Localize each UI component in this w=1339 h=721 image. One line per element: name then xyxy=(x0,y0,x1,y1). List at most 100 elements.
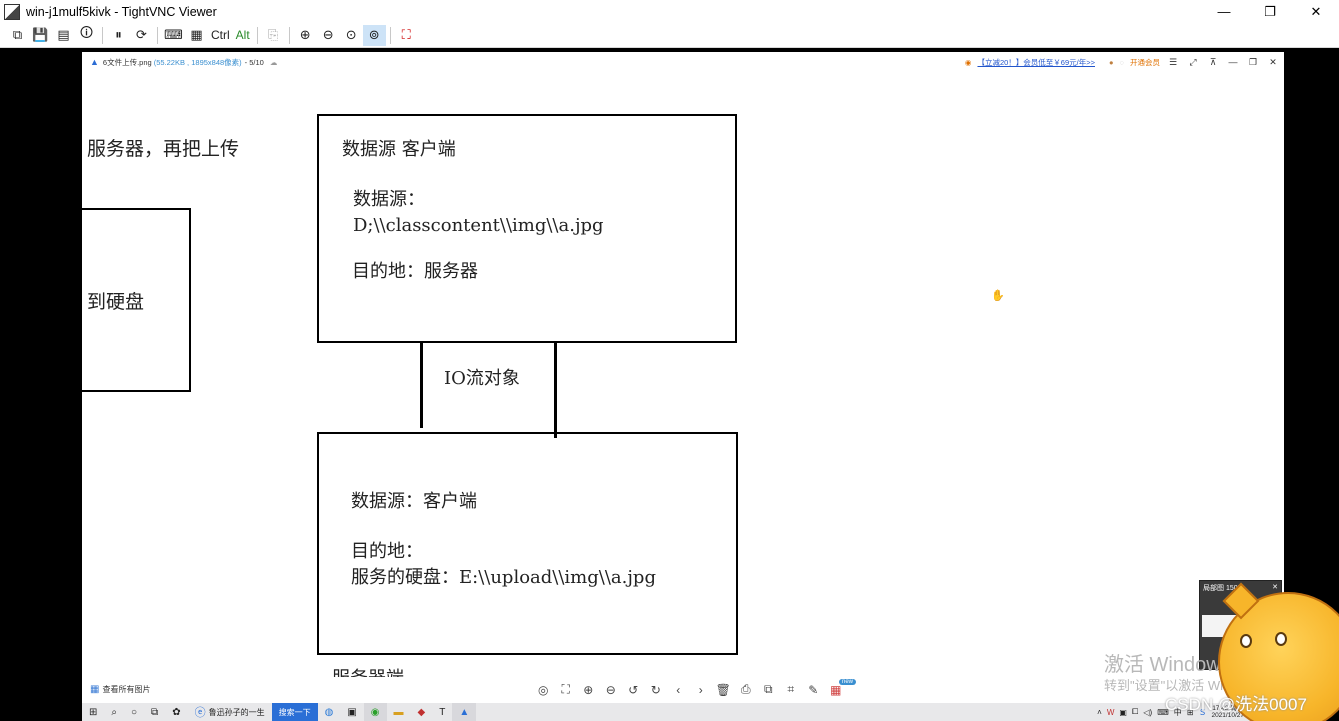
volume-icon[interactable]: ◁) xyxy=(1143,708,1152,717)
zoom-in-icon[interactable]: ⊕ xyxy=(577,683,600,697)
server-destination-path: 服务的硬盘：E:\\upload\\img\\a.jpg xyxy=(351,567,656,588)
connector-right xyxy=(554,342,557,438)
client-source-path: D;\\classcontent\\img\\a.jpg xyxy=(353,215,604,236)
toolbar-separator xyxy=(157,26,158,44)
rotate-left-icon[interactable]: ↺ xyxy=(622,683,645,697)
task-view-icon[interactable]: ⧉ xyxy=(144,703,165,721)
fullscreen-icon[interactable]: ⤢ xyxy=(1186,57,1200,68)
rotate-right-icon[interactable]: ↻ xyxy=(645,683,668,697)
wechat-icon[interactable]: ◉ xyxy=(363,703,387,721)
remote-taskbar: ⊞ ⌕ ○ ⧉ ✿ ⓔ 鲁迅孙子的一生 搜索一下 ◍ ▣ ◉ ▬ ◆ T ▲ ˄… xyxy=(82,703,1284,721)
grid-icon: ▦ xyxy=(90,684,100,695)
client-box-title: 数据源 客户端 xyxy=(342,139,456,160)
window-title: win-j1mulf5kivk - TightVNC Viewer xyxy=(26,4,217,19)
ctrl-alt-del-icon[interactable]: ⌨ xyxy=(162,25,185,46)
idea-icon[interactable]: ◆ xyxy=(411,703,433,721)
promo-link[interactable]: 【立减20！】会员低至￥69元/年>> xyxy=(977,57,1095,68)
zoom-fit-icon[interactable]: ⊚ xyxy=(362,24,386,46)
pin-icon[interactable]: ⊼ xyxy=(1206,57,1220,68)
browser-icon[interactable]: ◍ xyxy=(318,703,341,721)
image-app-icon: ▲ xyxy=(90,57,99,67)
magnifier-close-icon[interactable]: ✕ xyxy=(1272,583,1278,593)
settings-icon[interactable]: ◌ xyxy=(1120,58,1124,67)
hand-cursor-icon: ✋ xyxy=(991,290,1005,302)
ie-icon: ⓔ xyxy=(194,707,206,719)
win-key-icon[interactable]: ▦ xyxy=(185,25,208,46)
alt-key-button[interactable]: Alt xyxy=(233,25,253,46)
image-viewer-taskbar-icon[interactable]: ▲ xyxy=(452,703,477,721)
connector-left xyxy=(420,342,423,428)
taskbar-search-button[interactable]: 搜索一下 xyxy=(271,703,318,721)
pause-icon[interactable]: ⏸ xyxy=(107,25,130,46)
viewer-page: - 5/10 xyxy=(244,57,264,67)
view-all-label: 查看所有图片 xyxy=(102,685,151,694)
search-icon[interactable]: ⌕ xyxy=(104,703,124,721)
menu-icon[interactable]: ☰ xyxy=(1166,57,1180,68)
viewer-titlebar: ▲ 6文件上传.png (55.22KB , 1895x848像素) - 5/1… xyxy=(82,52,1284,72)
ctrl-key-button[interactable]: Ctrl xyxy=(208,25,233,46)
tray-icon[interactable]: ▣ xyxy=(1119,708,1127,717)
toolbar-separator xyxy=(288,26,290,44)
cropped-text-mid: 到硬盘 xyxy=(87,291,145,313)
image-viewer-window: ▲ 6文件上传.png (55.22KB , 1895x848像素) - 5/1… xyxy=(82,52,1284,721)
cropped-text-top: 服务器，再把上传 xyxy=(87,138,240,160)
fullscreen-icon[interactable]: ⛶ xyxy=(395,25,418,46)
zoom-in-icon[interactable]: ⊕ xyxy=(294,25,317,46)
transfer-files-icon[interactable]: ⎘ xyxy=(262,25,285,46)
edit-icon[interactable]: ✎ xyxy=(802,683,825,697)
folder-icon[interactable]: ▬ xyxy=(387,703,411,721)
new-connection-icon[interactable]: ⧉ xyxy=(6,25,29,46)
options-icon[interactable]: ▤ xyxy=(52,25,75,46)
close-button[interactable]: ✕ xyxy=(1293,0,1339,23)
close-icon[interactable]: ✕ xyxy=(1266,57,1280,68)
new-badge: new xyxy=(839,679,857,685)
activation-watermark: 激活 Windows xyxy=(1104,654,1231,676)
viewer-filename: 6文件上传.png xyxy=(102,57,152,67)
print-icon[interactable]: ⎙ xyxy=(735,682,758,697)
wps-icon[interactable]: W xyxy=(1107,708,1115,717)
vnc-titlebar: win-j1mulf5kivk - TightVNC Viewer — ❐ ✕ xyxy=(0,0,1339,23)
restore-button[interactable]: ❐ xyxy=(1247,0,1293,23)
start-icon[interactable]: ⊞ xyxy=(82,703,104,721)
viewer-meta: (55.22KB , 1895x848像素) xyxy=(153,57,242,67)
taskbar-item-ie[interactable]: ⓔ 鲁迅孙子的一生 xyxy=(188,703,272,721)
viewer-titlebar-right: ◉ 【立减20！】会员低至￥69元/年>> ● ◌ 开通会员 ☰ ⤢ ⊼ — ❐… xyxy=(965,52,1280,72)
coin-icon: ◉ xyxy=(964,57,972,67)
maximize-icon[interactable]: ❐ xyxy=(1246,57,1260,68)
minimize-button[interactable]: — xyxy=(1201,0,1247,23)
info-icon[interactable]: 🛈 xyxy=(75,25,98,46)
delete-icon[interactable]: 🗑 xyxy=(712,683,735,697)
copy-icon[interactable]: ⧉ xyxy=(757,682,780,697)
avatar[interactable]: ● xyxy=(1109,58,1114,67)
image-canvas[interactable]: 服务器，再把上传 到硬盘 数据源 客户端 数据源： D;\\classconte… xyxy=(82,72,1284,689)
save-icon[interactable]: 💾 xyxy=(29,25,52,46)
cloud-icon[interactable]: ☁ xyxy=(270,58,278,67)
crop-icon[interactable]: ⌗ xyxy=(780,682,803,697)
minimize-icon[interactable]: — xyxy=(1226,57,1240,67)
vip-link[interactable]: 开通会员 xyxy=(1130,57,1160,68)
zoom-out-icon[interactable]: ⊖ xyxy=(317,25,340,46)
fit-window-icon[interactable]: ⛶ xyxy=(555,682,578,697)
io-stream-label: IO流对象 xyxy=(444,368,520,389)
zoom-100-icon[interactable]: ⊙ xyxy=(340,25,363,46)
previous-icon[interactable]: ‹ xyxy=(667,683,690,697)
zoom-out-icon[interactable]: ⊖ xyxy=(600,683,623,697)
app2-icon[interactable]: ▣ xyxy=(340,703,363,721)
tightvnc-icon xyxy=(4,3,20,20)
client-source-label: 数据源： xyxy=(353,189,425,210)
view-all-link[interactable]: ▦ 查看所有图片 xyxy=(90,684,150,695)
tray-expand-icon[interactable]: ˄ xyxy=(1097,708,1102,717)
taskbar-item-ie-label: 鲁迅孙子的一生 xyxy=(208,707,265,717)
actual-size-icon[interactable]: ◎ xyxy=(532,683,555,697)
text-icon[interactable]: T xyxy=(432,703,452,721)
client-destination: 目的地：服务器 xyxy=(352,261,478,282)
next-icon[interactable]: › xyxy=(690,683,713,697)
viewer-tools: ◎ ⛶ ⊕ ⊖ ↺ ↻ ‹ › 🗑 ⎙ ⧉ ⌗ ✎ ▦ xyxy=(532,677,847,702)
toolbar-separator xyxy=(102,26,103,44)
refresh-icon[interactable]: ⟳ xyxy=(130,25,153,46)
cortana-icon[interactable]: ○ xyxy=(124,703,144,721)
toolbar-separator xyxy=(389,26,391,44)
app-icon[interactable]: ✿ xyxy=(165,703,187,721)
network-icon[interactable]: ⧠ xyxy=(1132,707,1138,717)
mascot-eye xyxy=(1240,634,1252,648)
